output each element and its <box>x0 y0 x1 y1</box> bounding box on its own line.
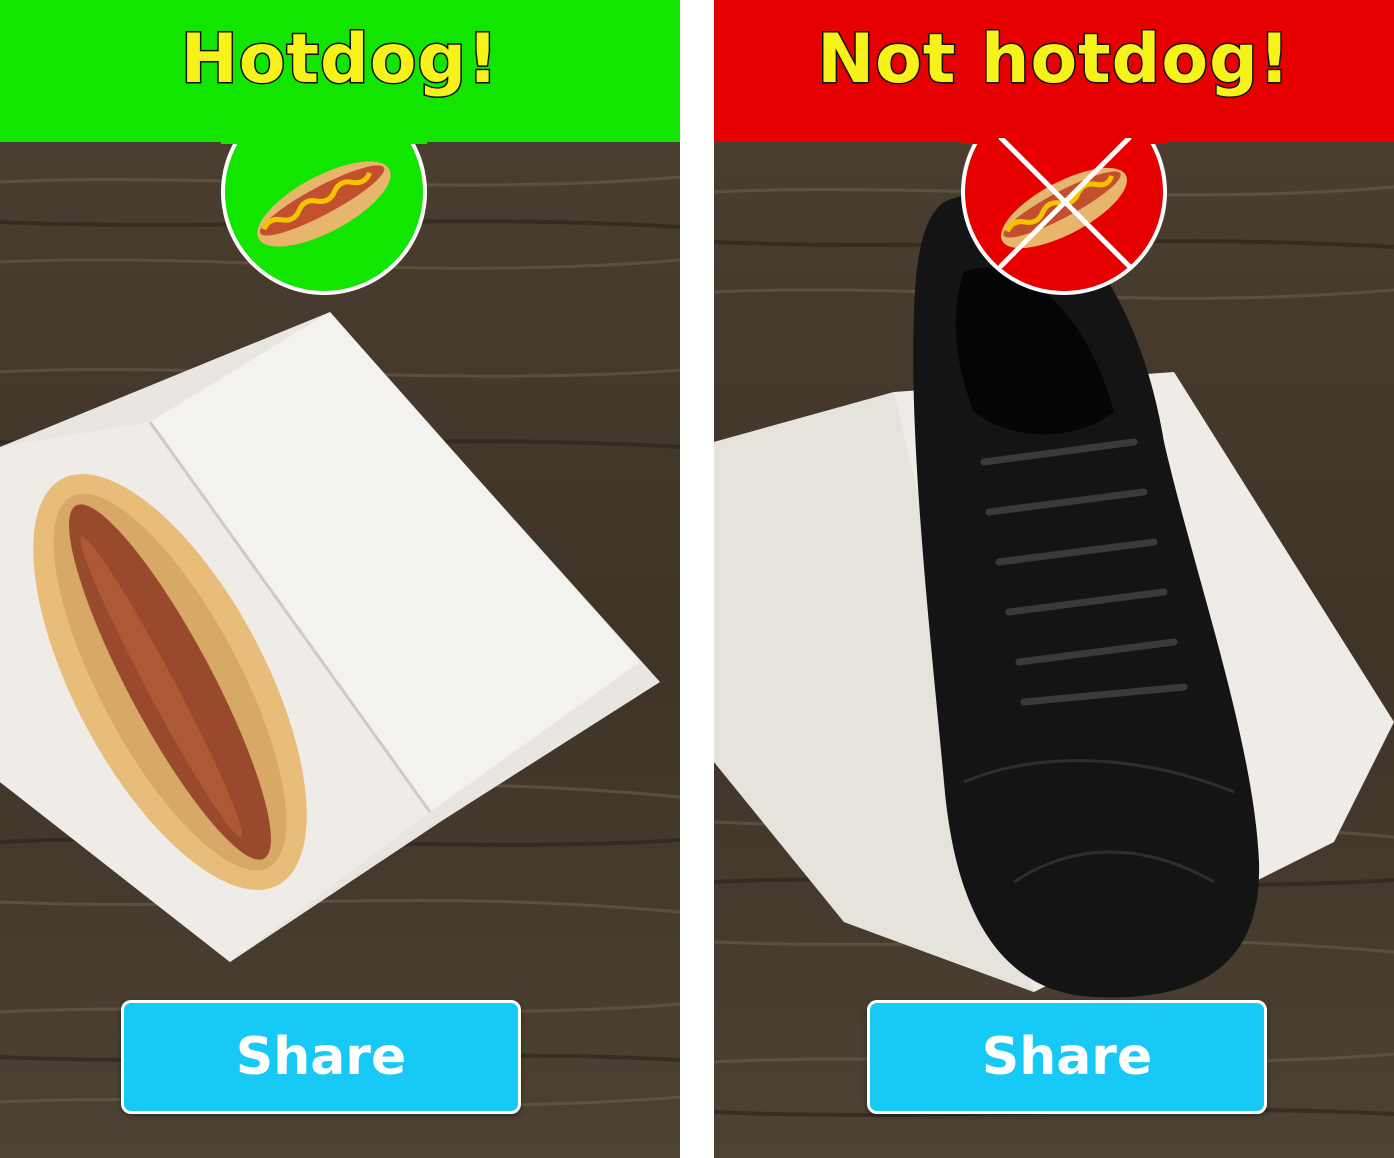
result-title: Hotdog! <box>179 18 500 100</box>
result-banner-not-hotdog: Not hotdog! <box>714 0 1394 142</box>
crossed-out-hotdog-icon <box>961 138 1167 298</box>
share-button[interactable]: Share <box>867 1000 1267 1114</box>
hotdog-icon <box>221 138 427 298</box>
result-title: Not hotdog! <box>816 18 1292 100</box>
share-button[interactable]: Share <box>121 1000 521 1114</box>
not-hotdog-result-panel: Not hotdog! Share <box>714 0 1394 1158</box>
hotdog-result-panel: Hotdog! Share <box>0 0 680 1158</box>
result-banner-hotdog: Hotdog! <box>0 0 680 142</box>
